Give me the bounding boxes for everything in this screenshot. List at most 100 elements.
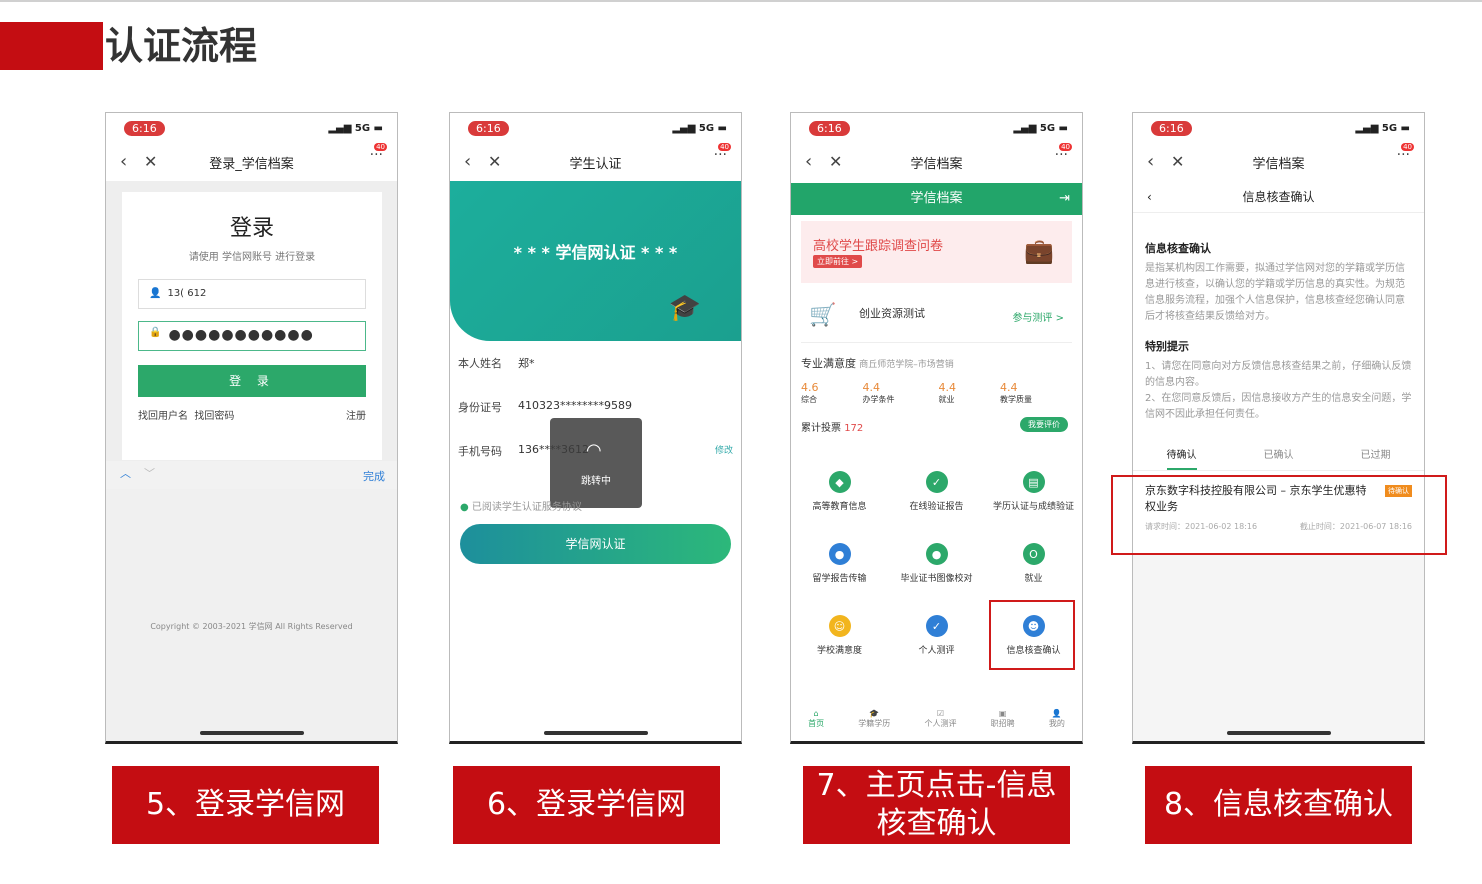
home-indicator — [200, 731, 304, 735]
test-link[interactable]: 参与测评 > — [1012, 309, 1064, 324]
xuexin-auth-button[interactable]: 学信网认证 — [460, 524, 731, 564]
id-row: 身份证号 410323********9589 — [458, 399, 632, 414]
nav-title: 学信档案 — [910, 156, 963, 172]
forgot-password-link[interactable]: 找回密码 — [194, 411, 234, 422]
back-icon[interactable]: ‹ — [1147, 151, 1154, 172]
score-item: 4.4 办学条件 — [862, 381, 895, 404]
notification-badge: 40 — [1401, 143, 1414, 151]
nav-title: 登录_学信档案 — [209, 156, 294, 172]
votes-label: 累计投票 — [801, 423, 841, 434]
sub-header: ‹ 信息核查确认 — [1133, 181, 1424, 213]
nav-title: 学生认证 — [569, 156, 622, 172]
grid-item-certificate-check[interactable]: ● 毕业证书图像校对 — [888, 543, 985, 595]
home-icon: ⌂ — [813, 709, 819, 718]
phone-login: 6:16 ▂▄▆ 5G ▬ ‹ ✕ 登录_学信档案 ··· 40 登录 请使用 学… — [105, 112, 398, 744]
loading-toast: ◠ 跳转中 — [550, 418, 642, 508]
rate-button[interactable]: 我要评价 — [1020, 417, 1068, 432]
status-time: 6:16 — [468, 121, 509, 136]
keyboard-done-button[interactable]: 完成 — [363, 468, 385, 484]
login-button[interactable]: 登 录 — [138, 365, 366, 397]
nav-bar: ‹ ✕ 登录_学信档案 ··· 40 — [106, 143, 397, 181]
name-row: 本人姓名 郑* — [458, 357, 535, 370]
password-input[interactable]: 🔒 ●●●●●●●●●●● — [138, 321, 366, 351]
username-input[interactable]: 👤 13( 612 — [138, 279, 366, 309]
survey-go-button[interactable]: 立即前往 > — [813, 255, 863, 268]
more-icon[interactable]: ··· 40 — [370, 143, 387, 163]
close-icon[interactable]: ✕ — [488, 152, 501, 171]
slide: 认证流程 6:16 ▂▄▆ 5G ▬ ‹ ✕ 登录_学信档案 ··· 40 登录 … — [0, 0, 1482, 884]
startup-test-card[interactable]: 🛒 创业资源测试 参与测评 > — [801, 293, 1072, 343]
grid-item-school-satisfaction[interactable]: ☺ 学校满意度 — [791, 615, 888, 667]
empty-area — [1133, 553, 1424, 741]
notification-badge: 40 — [718, 143, 731, 151]
tab-confirmed[interactable]: 已确认 — [1264, 441, 1294, 470]
back-icon[interactable]: ‹ — [464, 151, 471, 172]
sub-title: 信息核查确认 — [1242, 190, 1315, 204]
mascot-illustration-icon: 🎓 — [668, 293, 701, 323]
grid-item-employment[interactable]: O 就业 — [985, 543, 1082, 595]
bottom-tab-bar: ⌂ 首页 🎓 学籍学历 ☑ 个人测评 ▣ 职招聘 👤 我的 — [791, 709, 1082, 729]
back-icon[interactable]: ‹ — [120, 151, 127, 172]
edit-link[interactable]: 修改 — [715, 443, 733, 456]
close-icon[interactable]: ✕ — [829, 152, 842, 171]
status-signal: ▂▄▆ 5G ▬ — [1355, 123, 1410, 134]
back-icon[interactable]: ‹ — [1147, 181, 1152, 213]
tab-personal-test[interactable]: ☑ 个人测评 — [924, 709, 956, 729]
grid-item-online-report[interactable]: ✓ 在线验证报告 — [888, 471, 985, 523]
username-value: 13( 612 — [167, 288, 207, 299]
agreement-checkbox[interactable]: ● 已阅读学生认证服务协议 — [460, 498, 582, 513]
more-icon[interactable]: ··· 40 — [1055, 143, 1072, 163]
user-icon: 👤 — [149, 288, 162, 299]
tab-expired[interactable]: 已过期 — [1361, 441, 1391, 470]
close-icon[interactable]: ✕ — [144, 152, 157, 171]
status-time: 6:16 — [809, 121, 850, 136]
close-icon[interactable]: ✕ — [1171, 152, 1184, 171]
login-card: 登录 请使用 学信网账号 进行登录 👤 13( 612 🔒 ●●●●●●●●●●● … — [122, 192, 382, 460]
logout-icon[interactable]: ⇥ — [1059, 183, 1070, 215]
check-icon: ● — [460, 502, 469, 513]
caption-step5: 5、登录学信网 — [112, 766, 379, 844]
grad-cap-icon: 🎓 — [869, 709, 880, 718]
nav-bar: ‹ ✕ 学信档案 ··· 40 — [791, 143, 1082, 181]
shield-check-icon: ✓ — [925, 471, 948, 493]
smile-icon: ☺ — [828, 615, 851, 637]
status-bar: 6:16 ▂▄▆ 5G ▬ — [450, 113, 741, 143]
grid-item-degree-auth[interactable]: ▤ 学历认证与成绩验证 — [985, 471, 1082, 523]
home-indicator — [1227, 731, 1331, 735]
survey-banner[interactable]: 高校学生跟踪调查问卷 立即前往 > 💼 — [801, 221, 1072, 283]
more-icon[interactable]: ··· 40 — [714, 143, 731, 163]
copyright: Copyright © 2003-2021 学信网 All Rights Res… — [150, 622, 353, 631]
forgot-username-link[interactable]: 找回用户名 — [138, 411, 188, 422]
section-heading: 信息核查确认 — [1145, 242, 1211, 255]
chevron-up-icon[interactable]: ︿ — [120, 465, 131, 481]
header-title: 学信档案 — [910, 191, 963, 206]
tab-mine[interactable]: 👤 我的 — [1049, 709, 1065, 729]
tab-jobs[interactable]: ▣ 职招聘 — [991, 709, 1015, 729]
tab-home[interactable]: ⌂ 首页 — [808, 709, 824, 729]
app-header: 学信档案 ⇥ — [791, 183, 1082, 215]
grid-item-personal-test[interactable]: ✓ 个人测评 — [888, 615, 985, 667]
votes-value: 172 — [844, 423, 864, 434]
more-icon[interactable]: ··· 40 — [1397, 143, 1414, 163]
nav-bar: ‹ ✕ 学生认证 ··· 40 — [450, 143, 741, 181]
back-icon[interactable]: ‹ — [805, 151, 812, 172]
tip-text: 1、请您在同意向对方反馈信息核查结果之前，仔细确认反馈的信息内容。 — [1145, 361, 1412, 388]
tab-pending[interactable]: 待确认 — [1166, 441, 1197, 470]
status-bar: 6:16 ▂▄▆ 5G ▬ — [791, 113, 1082, 143]
name-value: 郑* — [518, 357, 535, 370]
tips-heading: 特别提示 — [1145, 340, 1189, 353]
offer-icon: O — [1022, 543, 1045, 565]
grid-item-higher-edu[interactable]: ◆ 高等教育信息 — [791, 471, 888, 523]
register-link[interactable]: 注册 — [346, 407, 366, 422]
document-icon: ▤ — [1022, 471, 1045, 493]
score-item: 4.4 教学质量 — [1000, 381, 1032, 404]
chevron-down-icon[interactable]: ﹀ — [144, 465, 155, 481]
login-subtitle: 请使用 学信网账号 进行登录 — [188, 252, 316, 263]
status-bar: 6:16 ▂▄▆ 5G ▬ — [1133, 113, 1424, 143]
caption-step7: 7、主页点击-信息核查确认 — [803, 766, 1070, 844]
tab-education[interactable]: 🎓 学籍学历 — [858, 709, 890, 729]
status-signal: ▂▄▆ 5G ▬ — [1013, 123, 1068, 134]
grad-cap-icon: ◆ — [828, 471, 851, 493]
grid-item-study-abroad[interactable]: ● 留学报告传输 — [791, 543, 888, 595]
survey-title: 高校学生跟踪调查问卷 — [813, 239, 944, 254]
